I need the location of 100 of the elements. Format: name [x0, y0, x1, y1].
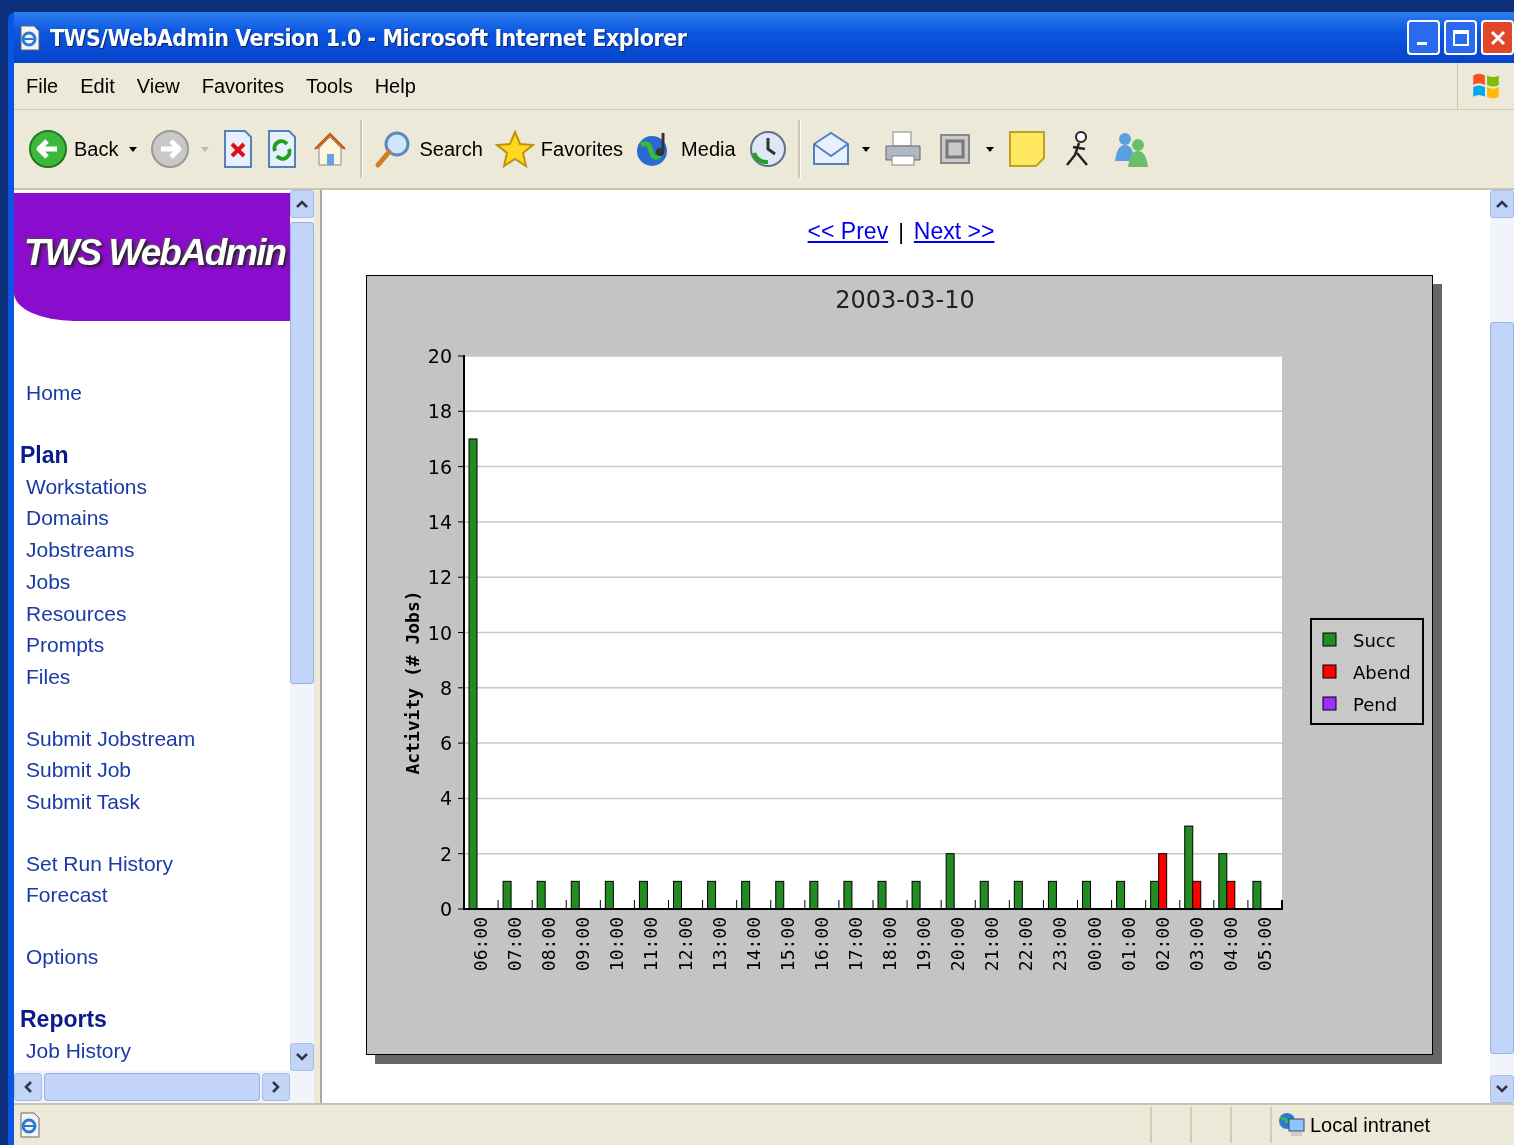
scroll-thumb[interactable]: [1490, 322, 1514, 1054]
maximize-button[interactable]: [1444, 20, 1477, 55]
chart-bar: [536, 880, 546, 910]
x-tick-label: 08:00: [538, 917, 560, 972]
maximize-icon: [1450, 27, 1471, 48]
nav-link[interactable]: Workstations: [26, 470, 290, 503]
chart-bar: [741, 880, 751, 910]
y-tick-label: 14: [427, 510, 452, 533]
prev-link[interactable]: << Prev: [807, 218, 889, 245]
nav-link[interactable]: Files: [26, 660, 290, 693]
favorites-button[interactable]: Favorites: [488, 125, 630, 173]
x-tick-label: 01:00: [1117, 917, 1139, 972]
nav-link[interactable]: Job History: [26, 1034, 290, 1067]
scroll-thumb[interactable]: [290, 222, 314, 684]
x-tick-label: 14:00: [742, 917, 764, 972]
window-title: TWS/WebAdmin Version 1.0 - Microsoft Internet Explorer: [50, 24, 687, 51]
nav-link[interactable]: Domains: [26, 502, 290, 535]
nav-link[interactable]: Home: [26, 377, 290, 409]
x-tick-label: 21:00: [981, 917, 1003, 972]
x-tick-label: 11:00: [640, 917, 662, 972]
chart-bar: [1252, 880, 1262, 910]
scroll-thumb[interactable]: [44, 1073, 260, 1101]
chart-bar: [979, 880, 989, 910]
vertical-scrollbar[interactable]: [1490, 190, 1514, 1103]
x-tick-label: 10:00: [606, 917, 628, 972]
x-tick-label: 17:00: [844, 917, 866, 972]
x-tick-label: 20:00: [947, 917, 969, 972]
y-tick-label: 10: [427, 621, 452, 644]
y-tick-label: 18: [427, 400, 452, 423]
x-tick-label: 22:00: [1015, 917, 1037, 972]
menu-item[interactable]: File: [18, 70, 71, 102]
y-tick-label: 8: [439, 676, 452, 699]
chart-bar: [775, 880, 785, 910]
nav-link[interactable]: Jobstreams: [26, 534, 290, 566]
menu-item[interactable]: Edit: [72, 70, 127, 102]
legend-label: Succ: [1353, 630, 1396, 651]
stop-page-icon: [222, 129, 255, 169]
chart-bar: [707, 880, 717, 910]
x-tick-label: 18:00: [879, 917, 900, 972]
security-zone-label: Local intranet: [1310, 1113, 1431, 1137]
y-tick-label: 0: [439, 898, 452, 920]
x-tick-label: 04:00: [1219, 917, 1241, 972]
nav-link[interactable]: Submit Task: [26, 786, 290, 818]
y-tick-label: 12: [427, 566, 452, 589]
x-tick-label: 15:00: [776, 917, 798, 972]
vertical-scrollbar[interactable]: [290, 190, 314, 1071]
chart-bar: [570, 880, 580, 910]
nav-link[interactable]: Set Run History: [26, 847, 290, 880]
menu-item[interactable]: Tools: [297, 70, 365, 102]
x-tick-label: 02:00: [1151, 917, 1173, 972]
chart-bar: [1116, 880, 1126, 910]
media-button[interactable]: Media: [629, 125, 742, 173]
nav-link[interactable]: Prompts: [26, 629, 290, 661]
ie-page-icon: [18, 24, 42, 51]
arrow-left-icon: [28, 129, 68, 169]
legend-label: Abend: [1353, 662, 1411, 683]
x-tick-label: 16:00: [810, 917, 832, 972]
note-icon: [1006, 129, 1047, 169]
nav-link[interactable]: Options: [26, 941, 290, 973]
search-button[interactable]: Search: [367, 125, 489, 173]
x-tick-label: 06:00: [470, 917, 491, 972]
chart-bar: [1047, 880, 1057, 910]
nav-link[interactable]: Jobs: [26, 565, 290, 598]
horizontal-scrollbar[interactable]: [14, 1071, 314, 1103]
section-heading: Reports: [20, 1004, 108, 1034]
chart-bar: [1082, 880, 1091, 910]
close-button[interactable]: [1481, 20, 1514, 55]
x-tick-label: 05:00: [1253, 917, 1275, 972]
minimize-button[interactable]: [1407, 20, 1440, 55]
link-separator: |: [898, 218, 904, 245]
back-button[interactable]: Back: [22, 125, 145, 173]
x-tick-label: 12:00: [674, 917, 696, 972]
legend-label: Pend: [1353, 694, 1398, 715]
x-tick-label: 00:00: [1083, 917, 1105, 972]
section-heading: Plan: [20, 440, 70, 470]
chart-bar: [809, 880, 819, 910]
menu-item[interactable]: View: [128, 70, 192, 102]
nav-link[interactable]: Forecast: [26, 879, 290, 912]
y-tick-label: 16: [427, 455, 452, 478]
chart-bar: [604, 880, 614, 910]
nav-link[interactable]: Submit Jobstream: [26, 722, 290, 755]
chart-bar: [502, 880, 512, 910]
nav-link[interactable]: Submit Job: [26, 754, 290, 787]
x-tick-label: 03:00: [1185, 917, 1207, 972]
chart-bar: [1013, 880, 1023, 910]
chart-bar: [877, 880, 887, 910]
x-tick-label: 13:00: [708, 917, 730, 972]
x-tick-label: 23:00: [1049, 917, 1071, 972]
y-tick-label: 6: [439, 732, 452, 755]
next-link[interactable]: Next >>: [913, 218, 995, 245]
menu-item[interactable]: Help: [366, 70, 428, 102]
y-tick-label: 4: [439, 787, 452, 810]
chart-bar: [945, 853, 955, 910]
ie-page-icon: [18, 1112, 42, 1138]
menu-item[interactable]: Favorites: [193, 70, 296, 102]
chart-bar: [911, 880, 921, 910]
nav-link[interactable]: Resources: [26, 597, 290, 630]
logo-text: TWS WebAdmin: [24, 232, 285, 274]
x-tick-label: 09:00: [572, 917, 594, 972]
minimize-icon: [1416, 42, 1427, 45]
